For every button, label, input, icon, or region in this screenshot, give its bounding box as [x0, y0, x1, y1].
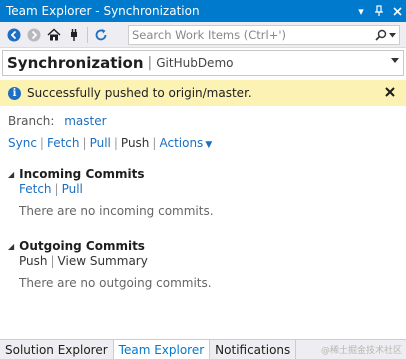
pull-link[interactable]: Pull — [90, 136, 111, 150]
page-dropdown-button[interactable] — [391, 55, 399, 66]
incoming-commits-title: Incoming Commits — [19, 167, 145, 181]
title-bar: Team Explorer - Synchronization ▾ — [0, 0, 406, 22]
chevron-down-icon: ▼ — [205, 140, 213, 150]
search-input[interactable] — [129, 26, 375, 44]
page-title-separator: | — [147, 55, 153, 71]
forward-button[interactable] — [24, 25, 44, 45]
forward-icon — [27, 28, 41, 41]
branch-label: Branch: — [8, 114, 55, 128]
tab-solution-explorer[interactable]: Solution Explorer — [0, 340, 114, 359]
branch-row: Branch: master — [8, 114, 398, 132]
connect-icon — [71, 28, 77, 41]
page-title: Synchronization — [7, 54, 144, 72]
actions-menu[interactable]: Actions — [159, 136, 203, 150]
outgoing-commits-section: ◢ Outgoing Commits Push | View Summary The… — [8, 238, 398, 290]
refresh-button[interactable] — [91, 25, 111, 45]
tab-team-explorer[interactable]: Team Explorer — [113, 340, 211, 359]
toolbar-separator — [87, 26, 88, 43]
close-icon — [392, 6, 402, 16]
chevron-down-icon — [389, 32, 396, 37]
outgoing-push-link[interactable]: Push — [19, 254, 48, 268]
notification-message: Successfully pushed to origin/master. — [27, 86, 252, 100]
back-icon — [7, 28, 21, 41]
outgoing-commits-header[interactable]: ◢ Outgoing Commits — [8, 238, 398, 254]
action-separator: | — [152, 136, 157, 150]
window-title: Team Explorer - Synchronization — [6, 4, 200, 18]
branch-link[interactable]: master — [64, 114, 106, 128]
back-button[interactable] — [4, 25, 24, 45]
search-options[interactable] — [375, 29, 399, 41]
notification-bar: i Successfully pushed to origin/master. — [0, 80, 406, 106]
action-separator: | — [39, 136, 44, 150]
sync-actions: Sync | Fetch | Pull | Push | Actions ▼ — [8, 136, 398, 154]
link-separator: | — [54, 182, 59, 196]
outgoing-empty-message: There are no outgoing commits. — [19, 276, 212, 290]
watermark: @稀土掘金技术社区 — [320, 346, 402, 356]
incoming-empty-message: There are no incoming commits. — [19, 204, 214, 218]
home-icon — [47, 27, 61, 40]
close-icon — [385, 87, 395, 97]
collapse-triangle-icon: ◢ — [8, 169, 15, 179]
info-icon: i — [8, 86, 21, 100]
sync-content: Branch: master Sync | Fetch | Pull | Push | Acti… — [8, 112, 398, 290]
incoming-commits-section: ◢ Incoming Commits Fetch | Pull There are … — [8, 166, 398, 218]
incoming-pull-link[interactable]: Pull — [62, 182, 83, 196]
dismiss-notification-button[interactable] — [380, 85, 400, 101]
chevron-down-icon — [391, 58, 399, 63]
link-separator: | — [50, 254, 55, 268]
outgoing-commit-links: Push | View Summary — [19, 254, 398, 270]
collapse-triangle-icon: ◢ — [8, 241, 15, 251]
tab-notifications[interactable]: Notifications — [210, 340, 297, 359]
window-menu-button[interactable]: ▾ — [352, 1, 370, 21]
action-separator: | — [82, 136, 87, 150]
page-header[interactable]: Synchronization | GitHubDemo — [2, 50, 404, 76]
home-button[interactable] — [44, 25, 64, 45]
incoming-commits-header[interactable]: ◢ Incoming Commits — [8, 166, 398, 182]
incoming-fetch-link[interactable]: Fetch — [19, 182, 52, 196]
action-separator: | — [113, 136, 118, 150]
view-summary-link[interactable]: View Summary — [58, 254, 148, 268]
refresh-icon — [95, 28, 107, 40]
pin-icon — [375, 5, 383, 16]
connect-button[interactable] — [64, 25, 84, 45]
search-box — [128, 25, 400, 45]
outgoing-commits-title: Outgoing Commits — [19, 239, 145, 253]
sync-link[interactable]: Sync — [8, 136, 37, 150]
fetch-link[interactable]: Fetch — [47, 136, 80, 150]
toolbar — [0, 22, 406, 48]
incoming-commit-links: Fetch | Pull — [19, 182, 398, 198]
close-button[interactable] — [388, 1, 406, 21]
push-link[interactable]: Push — [121, 136, 150, 150]
pin-button[interactable] — [370, 1, 388, 21]
search-icon — [375, 29, 387, 41]
repository-name: GitHubDemo — [156, 56, 234, 70]
